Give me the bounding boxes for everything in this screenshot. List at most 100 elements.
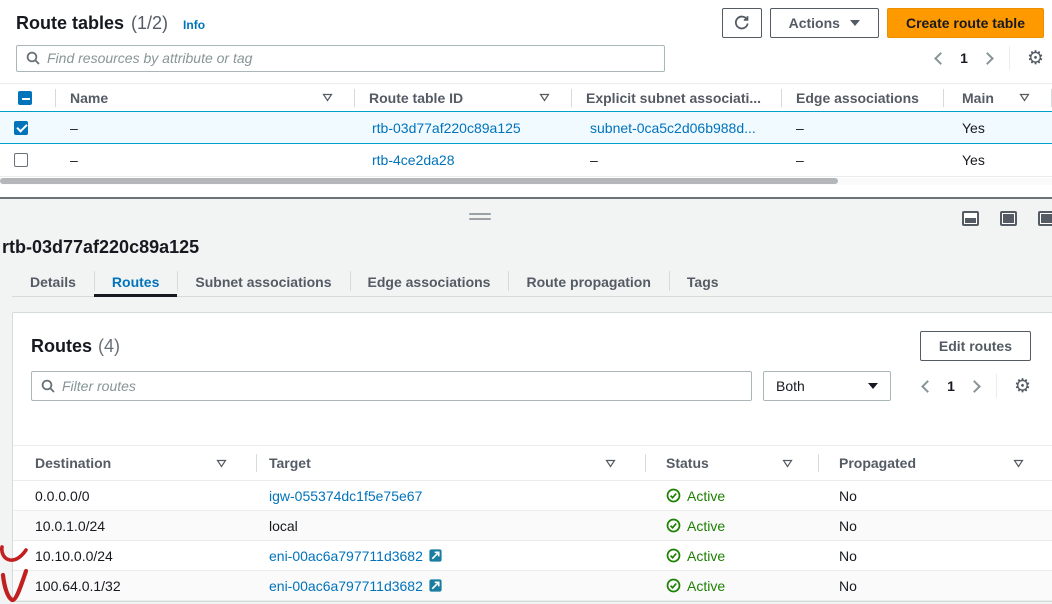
column-header-edge-associations[interactable]: Edge associations [782, 84, 944, 111]
column-label: Explicit subnet associati... [586, 90, 761, 106]
name-cell: – [56, 120, 355, 136]
search-input[interactable] [47, 50, 655, 66]
next-page-icon[interactable] [968, 380, 981, 393]
route-row[interactable]: 100.64.0.1/32 eni-00ac6a797711d3682 Acti… [13, 571, 1052, 601]
column-label: Route table ID [369, 90, 463, 106]
route-row[interactable]: 0.0.0.0/0 igw-055374dc1f5e75e67 Active N… [13, 481, 1052, 511]
tab-routes[interactable]: Routes [94, 267, 177, 296]
target-cell: eni-00ac6a797711d3682 [257, 578, 646, 594]
id-cell: rtb-03d77af220c89a125 [355, 120, 572, 136]
external-link-icon[interactable] [429, 549, 442, 562]
destination-cell: 0.0.0.0/0 [13, 488, 257, 504]
actions-button-label: Actions [789, 15, 840, 31]
divider [1009, 46, 1010, 70]
vpc-route-tables-screen: Route tables (1/2) Info Actions Create r… [0, 0, 1052, 604]
route-table-id-link[interactable]: rtb-03d77af220c89a125 [372, 120, 521, 136]
column-header-status[interactable]: Status [646, 446, 819, 480]
sort-icon [782, 459, 793, 468]
destination-cell: 10.10.0.0/24 [13, 548, 257, 564]
status-label: Active [687, 548, 725, 564]
caret-down-icon [850, 20, 860, 26]
route-row[interactable]: 10.10.0.0/24 eni-00ac6a797711d3682 Activ… [13, 541, 1052, 571]
sort-icon [322, 93, 333, 102]
header-actions: Actions Create route table [722, 8, 1044, 38]
column-header-route-table-id[interactable]: Route table ID [355, 84, 572, 111]
status-cell: Active [646, 488, 819, 504]
tab-route-propagation[interactable]: Route propagation [508, 267, 668, 296]
target-cell: igw-055374dc1f5e75e67 [257, 488, 646, 504]
filter-routes-input[interactable] [62, 378, 742, 394]
panel-layout-full-icon[interactable] [1000, 211, 1017, 226]
propagated-cell: No [819, 578, 1052, 594]
routes-card-header: Routes (4) Edit routes [31, 331, 1031, 361]
split-drag-handle[interactable] [469, 213, 491, 223]
panel-layout-side-icon[interactable] [1038, 211, 1052, 226]
create-route-table-button[interactable]: Create route table [887, 8, 1044, 38]
settings-gear-icon[interactable]: ⚙ [1014, 377, 1031, 396]
tab-tags[interactable]: Tags [669, 267, 737, 296]
edit-routes-button[interactable]: Edit routes [920, 331, 1031, 361]
routes-filter-row: Both 1 ⚙ [31, 371, 1031, 401]
routes-title: Routes [31, 336, 92, 357]
column-label: Status [666, 455, 709, 471]
column-header-explicit-subnet[interactable]: Explicit subnet associati... [572, 84, 782, 111]
page-number: 1 [947, 378, 955, 394]
target-link[interactable]: igw-055374dc1f5e75e67 [269, 488, 422, 504]
scrollbar-thumb[interactable] [0, 178, 838, 184]
search-row: 1 ⚙ [16, 44, 1044, 72]
column-header-name[interactable]: Name [56, 84, 355, 111]
page-title-group: Route tables (1/2) Info [16, 13, 205, 34]
target-link[interactable]: eni-00ac6a797711d3682 [269, 578, 423, 594]
routes-title-group: Routes (4) [31, 336, 120, 357]
pagination-top: 1 ⚙ [936, 46, 1044, 70]
column-header-destination[interactable]: Destination [13, 446, 257, 480]
sort-icon [1013, 459, 1024, 468]
propagated-cell: No [819, 518, 1052, 534]
pagination-routes: 1 ⚙ [923, 374, 1031, 398]
route-table-id-link[interactable]: rtb-4ce2da28 [372, 152, 455, 168]
external-link-icon[interactable] [429, 579, 442, 592]
info-link[interactable]: Info [183, 18, 205, 32]
select-all-checkbox[interactable] [18, 91, 32, 105]
horizontal-scrollbar [0, 178, 1052, 185]
table-header-row: Name Route table ID Explicit subnet asso… [0, 83, 1052, 111]
table-row[interactable]: – rtb-4ce2da28 – – Yes [0, 144, 1052, 177]
page-number: 1 [960, 50, 968, 66]
refresh-button[interactable] [722, 8, 762, 38]
status-active-icon [666, 578, 681, 593]
status-active-icon [666, 488, 681, 503]
settings-gear-icon[interactable]: ⚙ [1027, 49, 1044, 68]
actions-button[interactable]: Actions [770, 8, 879, 38]
propagated-cell: No [819, 488, 1052, 504]
both-dropdown[interactable]: Both [763, 371, 891, 401]
tab-edge-associations[interactable]: Edge associations [350, 267, 509, 296]
sort-icon [539, 93, 550, 102]
next-page-icon[interactable] [981, 52, 994, 65]
search-icon [26, 51, 40, 65]
status-label: Active [687, 488, 725, 504]
route-tables-table: Name Route table ID Explicit subnet asso… [0, 83, 1052, 177]
table-row-selected[interactable]: – rtb-03d77af220c89a125 subnet-0ca5c2d06… [0, 111, 1052, 144]
id-cell: rtb-4ce2da28 [355, 152, 572, 168]
prev-page-icon[interactable] [934, 52, 947, 65]
row-checkbox[interactable] [14, 121, 28, 135]
tab-details[interactable]: Details [12, 267, 94, 296]
subnet-cell: subnet-0ca5c2d06b988d... [572, 120, 782, 136]
column-header-main[interactable]: Main [944, 84, 1052, 111]
column-header-propagated[interactable]: Propagated [819, 446, 1052, 480]
prev-page-icon[interactable] [921, 380, 934, 393]
sort-icon [216, 459, 227, 468]
caret-down-icon [868, 383, 878, 389]
subnet-cell: – [572, 152, 782, 168]
panel-layout-bottom-icon[interactable] [962, 211, 979, 226]
divider [996, 374, 997, 398]
tab-subnet-associations[interactable]: Subnet associations [177, 267, 349, 296]
column-header-target[interactable]: Target [257, 446, 646, 480]
header-bar: Route tables (1/2) Info Actions Create r… [16, 6, 1044, 40]
route-row[interactable]: 10.0.1.0/24 local Active No [13, 511, 1052, 541]
status-label: Active [687, 518, 725, 534]
subnet-link[interactable]: subnet-0ca5c2d06b988d... [590, 120, 756, 136]
status-cell: Active [646, 518, 819, 534]
row-checkbox[interactable] [14, 153, 28, 167]
target-link[interactable]: eni-00ac6a797711d3682 [269, 548, 423, 564]
